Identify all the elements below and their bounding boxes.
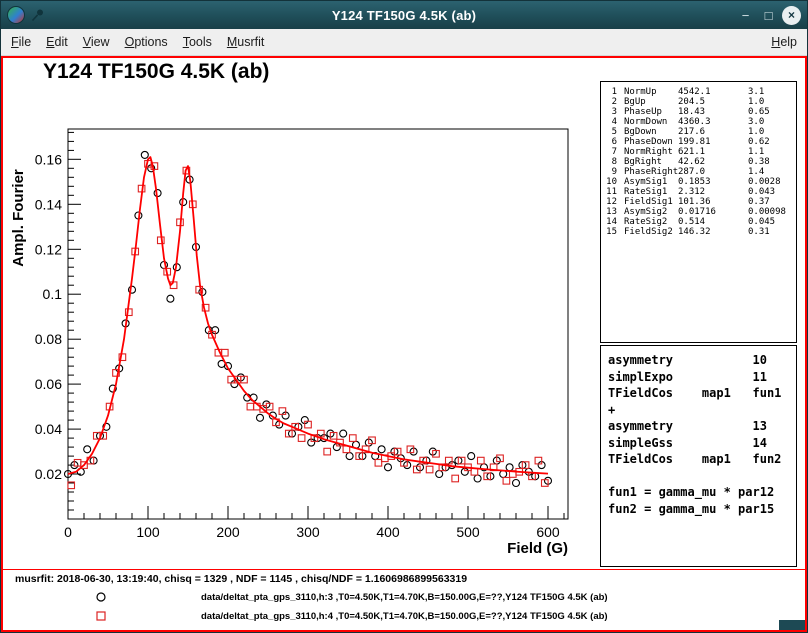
- menu-item-tools[interactable]: Tools: [183, 35, 212, 49]
- y-axis-title: Ampl. Fourier: [10, 169, 27, 267]
- y-axis-labels: 0.02 0.04 0.06 0.08 0.1 0.12 0.14 0.16: [35, 151, 62, 482]
- square-marker-icon: [95, 610, 107, 622]
- svg-text:0.06: 0.06: [35, 376, 62, 392]
- legend-label: data/deltat_pta_gps_3110,h:3 ,T0=4.50K,T…: [201, 592, 608, 603]
- svg-text:0: 0: [64, 524, 72, 540]
- series-circles: [65, 151, 552, 486]
- legend-item: data/deltat_pta_gps_3110,h:4 ,T0=4.50K,T…: [95, 609, 608, 623]
- svg-text:0.16: 0.16: [35, 151, 62, 167]
- svg-text:400: 400: [376, 524, 400, 540]
- menu-item-musrfit[interactable]: Musrfit: [227, 35, 265, 49]
- param-row: 1NormUp4542.13.1: [601, 87, 796, 97]
- param-row: 12FieldSig1101.360.37: [601, 197, 796, 207]
- svg-text:0.08: 0.08: [35, 331, 62, 347]
- parameter-box: 1NormUp4542.13.12BgUp204.51.03PhaseUp18.…: [600, 81, 797, 343]
- fit-curve: [68, 157, 548, 474]
- svg-text:0.02: 0.02: [35, 466, 62, 482]
- menubar: File Edit View Options Tools Musrfit Help: [1, 29, 807, 56]
- param-row: 9PhaseRight287.01.4: [601, 167, 796, 177]
- titlebar[interactable]: Y124 TF150G 4.5K (ab) − □ ×: [1, 1, 807, 29]
- maximize-button[interactable]: □: [759, 6, 778, 25]
- menu-item-help[interactable]: Help: [771, 35, 797, 49]
- app-icon: [7, 6, 25, 24]
- fit-stats: musrfit: 2018-06-30, 13:19:40, chisq = 1…: [15, 573, 467, 585]
- param-row: 11RateSig12.3120.043: [601, 187, 796, 197]
- param-row: 10AsymSig10.18530.0028: [601, 177, 796, 187]
- theory-box: asymmetry 10 simplExpo 11 TFieldCos map1…: [600, 345, 797, 567]
- menu-item-file[interactable]: File: [11, 35, 31, 49]
- param-row: 3PhaseUp18.430.65: [601, 107, 796, 117]
- svg-text:600: 600: [536, 524, 560, 540]
- param-row: 2BgUp204.51.0: [601, 97, 796, 107]
- svg-text:0.12: 0.12: [35, 241, 62, 257]
- plot-canvas[interactable]: 01002003004005006000.020.040.060.080.10.…: [3, 58, 599, 578]
- param-row: 14RateSig20.5140.045: [601, 217, 796, 227]
- param-row: 13AsymSig20.017160.00098: [601, 207, 796, 217]
- svg-text:0.14: 0.14: [35, 196, 62, 212]
- svg-text:100: 100: [136, 524, 160, 540]
- param-row: 7NormRight621.11.1: [601, 147, 796, 157]
- svg-text:0.04: 0.04: [35, 421, 62, 437]
- root-canvas[interactable]: Y124 TF150G 4.5K (ab) 010020030040050060…: [1, 56, 807, 632]
- menu-item-edit[interactable]: Edit: [46, 35, 68, 49]
- param-row: 15FieldSig2146.320.31: [601, 227, 796, 237]
- x-axis-title: Field (G): [507, 540, 568, 557]
- app-window: Y124 TF150G 4.5K (ab) − □ × File Edit View…: [0, 0, 808, 633]
- svg-text:500: 500: [456, 524, 480, 540]
- menubar-left: File Edit View Options Tools Musrfit: [11, 35, 264, 49]
- pin-icon[interactable]: [31, 8, 45, 22]
- menu-item-options[interactable]: Options: [125, 35, 168, 49]
- pad-divider: [3, 569, 805, 570]
- legend-label: data/deltat_pta_gps_3110,h:4 ,T0=4.50K,T…: [201, 611, 608, 622]
- svg-text:300: 300: [296, 524, 320, 540]
- param-row: 4NormDown4360.33.0: [601, 117, 796, 127]
- legend-item: data/deltat_pta_gps_3110,h:3 ,T0=4.50K,T…: [95, 590, 608, 604]
- svg-text:200: 200: [216, 524, 240, 540]
- x-axis-labels: 0 100 200 300 400 500 600: [64, 524, 560, 540]
- window-title: Y124 TF150G 4.5K (ab): [1, 8, 807, 23]
- window-resize-grip[interactable]: [779, 620, 805, 630]
- param-row: 8BgRight42.620.38: [601, 157, 796, 167]
- svg-text:0.1: 0.1: [43, 286, 63, 302]
- param-row: 5BgDown217.61.0: [601, 127, 796, 137]
- menu-item-view[interactable]: View: [83, 35, 110, 49]
- close-button[interactable]: ×: [782, 6, 801, 25]
- minimize-button[interactable]: −: [736, 6, 755, 25]
- param-row: 6PhaseDown199.810.62: [601, 137, 796, 147]
- circle-marker-icon: [95, 591, 107, 603]
